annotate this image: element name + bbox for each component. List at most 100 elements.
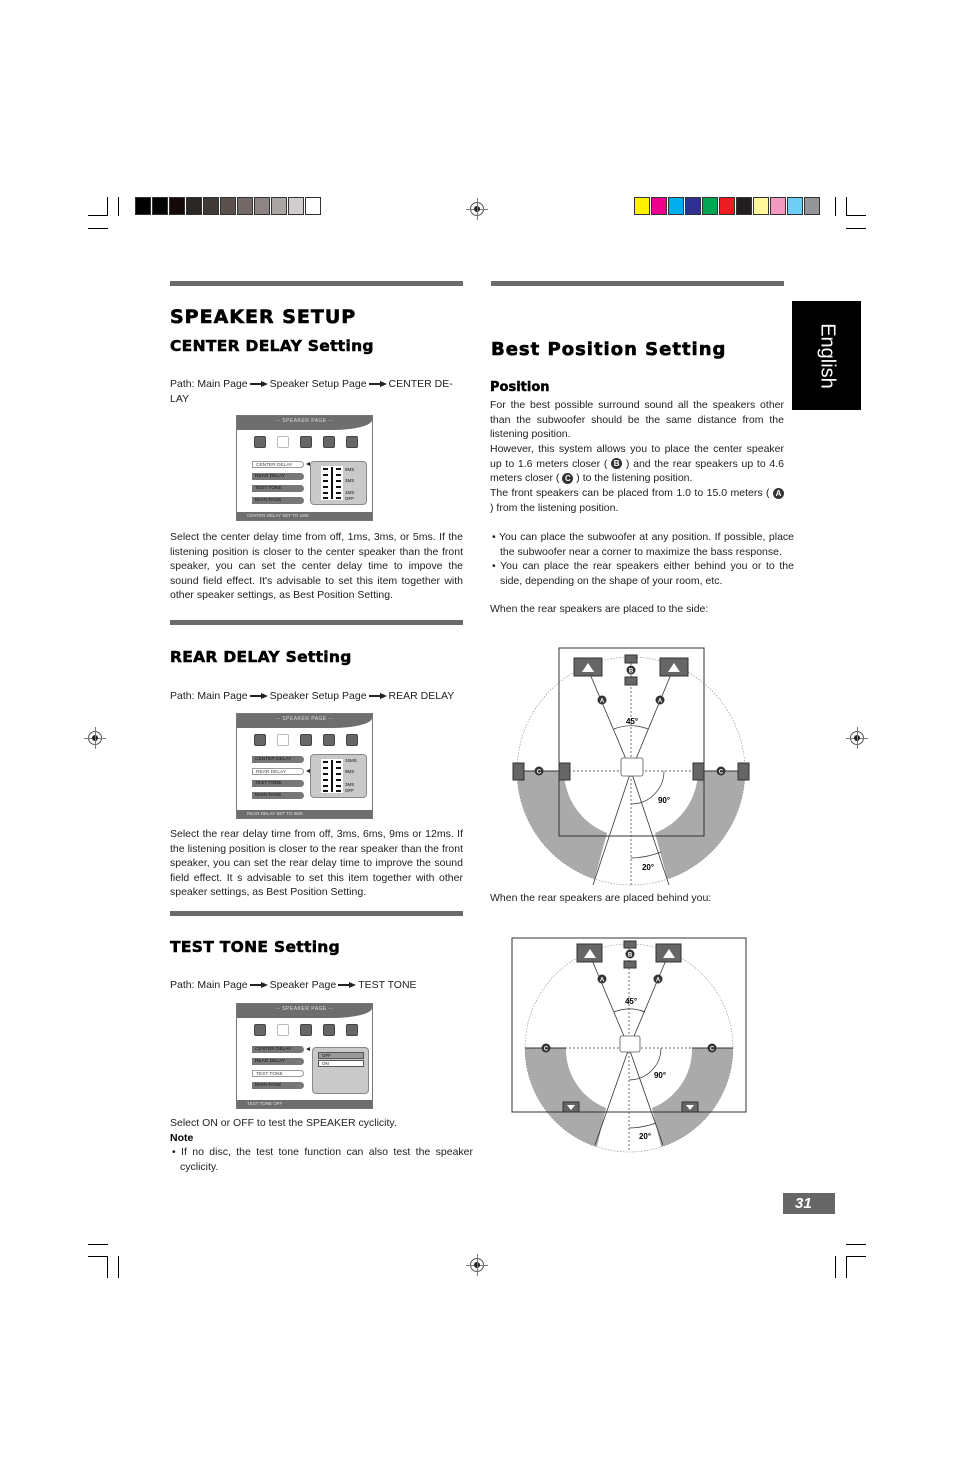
position-paragraph-1: For the best possible surround sound all… xyxy=(490,399,784,441)
rear-zone-left xyxy=(517,771,607,885)
angle-label-45: 45° xyxy=(626,717,638,726)
position-paragraph-2: However, this system allows you to place… xyxy=(490,443,784,485)
screen-menu-item: MAIN PAGE xyxy=(252,1082,304,1089)
color-swatch xyxy=(702,197,718,215)
registration-mark-icon xyxy=(846,727,868,749)
bullet-item: • You can place the subwoofer at any pos… xyxy=(492,531,795,558)
section-rule xyxy=(170,620,463,625)
caption-behind: When the rear speakers are placed behind… xyxy=(490,892,712,904)
gray-swatch xyxy=(220,197,236,215)
exit-door-icon xyxy=(346,436,358,448)
angle-label-90: 90° xyxy=(658,796,670,805)
marker-b-icon: B xyxy=(628,953,633,959)
position-paragraph-3: The front speakers can be placed from 1.… xyxy=(490,486,784,515)
center-delay-path: Path: Main Page Speaker Setup Page CENTER … xyxy=(170,378,453,405)
screen-footer: REAR DELAY SET TO 9MS xyxy=(237,810,372,818)
screen-menu-item: MAIN PAGE xyxy=(252,792,304,799)
marker-a-icon: A xyxy=(658,699,663,705)
crop-mark xyxy=(88,1256,108,1257)
tools-icon xyxy=(323,436,335,448)
speaker-icon xyxy=(277,436,289,448)
screen-header: -- SPEAKER PAGE -- xyxy=(237,1004,372,1018)
diagram-rear-behind: B A A C C 45° 90° 20° xyxy=(511,937,747,1153)
center-speaker-alt-icon xyxy=(624,676,638,686)
arrow-right-icon xyxy=(249,381,268,388)
headphone-icon xyxy=(300,436,312,448)
rear-delay-description: Select the rear delay time from off, 3ms… xyxy=(170,828,463,899)
delay-slider-panel: 15MS 9MS 3MS OFF xyxy=(310,754,367,798)
screen-header: -- SPEAKER PAGE -- xyxy=(237,416,372,430)
crop-mark xyxy=(846,215,866,216)
marker-b-icon: B xyxy=(611,458,623,470)
crop-mark xyxy=(835,1256,836,1278)
note-bullet: • If no disc, the test tone function can… xyxy=(172,1146,473,1173)
rear-delay-path: Path: Main Page Speaker Setup Page REAR DE… xyxy=(170,690,455,702)
marker-c-icon: C xyxy=(562,472,574,484)
crop-mark xyxy=(846,1256,847,1278)
gray-swatch xyxy=(152,197,168,215)
best-position-title: Best Position Setting xyxy=(491,339,727,361)
gray-swatch xyxy=(186,197,202,215)
crop-mark xyxy=(846,1256,866,1257)
screen-footer: CENTER DELAY SET TO 1MS xyxy=(237,512,372,520)
crop-mark xyxy=(846,197,847,216)
arrow-right-icon xyxy=(368,381,387,388)
rear-delay-screen: -- SPEAKER PAGE -- CENTER DELAY REAR DEL… xyxy=(236,713,373,819)
home-icon xyxy=(254,1024,266,1036)
color-swatch xyxy=(651,197,667,215)
screen-header: -- SPEAKER PAGE -- xyxy=(237,714,372,728)
registration-mark-icon xyxy=(84,727,106,749)
gray-swatch xyxy=(305,197,321,215)
language-tab-label: English xyxy=(816,322,838,389)
color-swatch xyxy=(770,197,786,215)
caption-side: When the rear speakers are placed to the… xyxy=(490,603,709,615)
exit-door-icon xyxy=(346,734,358,746)
headphone-icon xyxy=(300,734,312,746)
registration-mark-icon xyxy=(466,1254,488,1276)
center-speaker-icon xyxy=(624,654,638,664)
listener-chair-icon xyxy=(619,1035,641,1053)
arrow-right-icon xyxy=(338,982,357,989)
screen-menu-item: CENTER DELAY xyxy=(252,1046,304,1053)
rear-right-inner-speaker-icon xyxy=(692,762,705,781)
arrow-right-icon xyxy=(249,693,268,700)
tools-icon xyxy=(323,734,335,746)
crop-mark xyxy=(846,1244,866,1245)
marker-a-icon: A xyxy=(773,487,784,499)
arrow-right-icon xyxy=(368,693,387,700)
test-tone-path: Path: Main Page Speaker Page TEST TONE xyxy=(170,979,417,991)
color-swatch xyxy=(634,197,650,215)
rear-left-outer-speaker-icon xyxy=(512,762,525,781)
home-icon xyxy=(254,734,266,746)
exit-door-icon xyxy=(346,1024,358,1036)
delay-slider xyxy=(321,466,343,500)
crop-mark xyxy=(107,197,108,216)
marker-b-icon: B xyxy=(629,669,634,675)
language-tab: English xyxy=(792,301,861,410)
page-number: 31 xyxy=(783,1193,835,1214)
screen-menu-item: REAR DELAY xyxy=(252,1058,304,1065)
screen-footer: TEST TONE OFF xyxy=(237,1100,372,1108)
rear-zone-right xyxy=(655,771,745,885)
delay-slider-panel: 5MS 3MS 1MS OFF xyxy=(310,461,367,505)
gray-swatch xyxy=(135,197,151,215)
center-delay-heading: CENTER DELAY Setting xyxy=(170,337,374,356)
center-delay-description: Select the center delay time from off, 1… xyxy=(170,531,463,602)
delay-slider xyxy=(321,759,343,793)
color-swatch xyxy=(753,197,769,215)
center-speaker-icon xyxy=(623,940,637,949)
pointer-icon xyxy=(306,1047,310,1051)
screen-menu-item: TEST TONE xyxy=(252,780,304,787)
marker-c-icon: C xyxy=(719,770,724,776)
gray-swatch xyxy=(169,197,185,215)
screen-menu-item: TEST TONE xyxy=(252,485,304,492)
angle-label-20: 20° xyxy=(639,1132,651,1141)
marker-a-icon: A xyxy=(656,978,661,984)
crop-mark xyxy=(118,197,119,216)
page-title: SPEAKER SETUP xyxy=(170,306,357,329)
angle-arc-45 xyxy=(613,1008,646,1013)
screen-menu-item: REAR DELAY xyxy=(252,768,304,775)
marker-c-icon: C xyxy=(537,770,542,776)
test-tone-heading: TEST TONE Setting xyxy=(170,938,341,957)
angle-arc-20 xyxy=(628,1122,657,1129)
